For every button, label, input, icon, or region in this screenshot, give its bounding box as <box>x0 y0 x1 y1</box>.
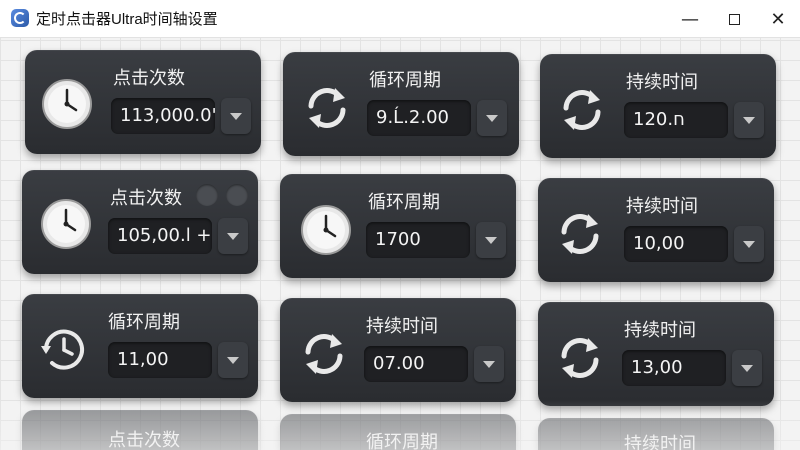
card-label: 持续时间 <box>366 316 438 337</box>
setting-card: 持续时间 13,00 <box>538 302 774 406</box>
setting-card: 循环周期 11,00 <box>22 294 258 398</box>
card-label: 循环周期 <box>368 192 440 213</box>
setting-card: 点击次数 105,00.l + <box>22 170 258 274</box>
dropdown-button[interactable] <box>734 102 764 138</box>
setting-card: 点击次数 113,000.0' <box>25 50 261 154</box>
title-bar: 定时点击器Ultra时间轴设置 — ✕ <box>0 0 800 38</box>
value-input[interactable]: 120.ח <box>624 102 728 138</box>
chevron-down-icon <box>230 112 242 120</box>
chevron-down-icon <box>483 360 495 368</box>
card-label: 持续时间 <box>624 434 696 450</box>
chevron-down-icon <box>743 116 755 124</box>
window-title: 定时点击器Ultra时间轴设置 <box>36 11 218 28</box>
dropdown-button[interactable] <box>477 100 507 136</box>
value-input[interactable]: 13,00 <box>622 350 726 386</box>
chevron-down-icon <box>227 232 239 240</box>
close-button[interactable]: ✕ <box>758 4 798 34</box>
refresh-icon <box>305 334 343 374</box>
setting-card: 点击次数 <box>22 410 258 450</box>
card-label: 循环周期 <box>108 312 180 333</box>
chevron-down-icon <box>741 364 753 372</box>
setting-card: 持续时间 120.ח <box>540 54 776 158</box>
reset-icon[interactable] <box>196 184 218 206</box>
refresh-icon <box>561 338 599 378</box>
value-input[interactable]: 07.00 <box>364 346 468 382</box>
card-label: 持续时间 <box>626 72 698 93</box>
refresh-icon <box>563 90 601 130</box>
setting-card: 循环周期 <box>280 414 516 450</box>
minimize-button[interactable]: — <box>670 4 710 34</box>
setting-card: 循环周期 1700 <box>280 174 516 278</box>
value-input[interactable]: 105,00.l + <box>108 218 212 254</box>
close-icon: ✕ <box>770 8 786 30</box>
setting-card: 持续时间 <box>538 418 774 450</box>
dropdown-button[interactable] <box>218 342 248 378</box>
card-label: 持续时间 <box>624 320 696 341</box>
value-input[interactable]: 113,000.0' <box>111 98 215 134</box>
clock-icon <box>301 205 351 255</box>
card-label: 点击次数 <box>108 430 180 450</box>
refresh-icon <box>561 214 599 254</box>
dropdown-button[interactable] <box>218 218 248 254</box>
dropdown-button[interactable] <box>476 222 506 258</box>
card-label: 持续时间 <box>626 196 698 217</box>
timer-icon[interactable] <box>226 184 248 206</box>
value-input[interactable]: 10,00 <box>624 226 728 262</box>
card-label: 点击次数 <box>110 188 182 209</box>
chevron-down-icon <box>485 236 497 244</box>
card-label: 循环周期 <box>366 432 438 450</box>
minimize-icon: — <box>681 8 699 30</box>
setting-card: 循环周期 9.Ĺ.2.00 <box>283 52 519 156</box>
value-input[interactable]: 9.Ĺ.2.00 <box>367 100 471 136</box>
setting-card: 持续时间 07.00 <box>280 298 516 402</box>
clock-refresh-icon <box>41 329 84 370</box>
dropdown-button[interactable] <box>474 346 504 382</box>
app-logo-icon <box>11 9 29 27</box>
maximize-button[interactable] <box>714 4 754 34</box>
chevron-down-icon <box>743 240 755 248</box>
setting-card: 持续时间 10,00 <box>538 178 774 282</box>
dropdown-button[interactable] <box>734 226 764 262</box>
clock-icon <box>42 79 92 129</box>
card-label: 点击次数 <box>113 68 185 89</box>
chevron-down-icon <box>227 356 239 364</box>
maximize-icon <box>728 13 740 25</box>
chevron-down-icon <box>486 114 498 122</box>
value-input[interactable]: 1700 <box>366 222 470 258</box>
dropdown-button[interactable] <box>732 350 762 386</box>
value-input[interactable]: 11,00 <box>108 342 212 378</box>
clock-icon <box>41 199 91 249</box>
dropdown-button[interactable] <box>221 98 251 134</box>
card-label: 循环周期 <box>369 70 441 91</box>
refresh-icon <box>308 88 346 128</box>
